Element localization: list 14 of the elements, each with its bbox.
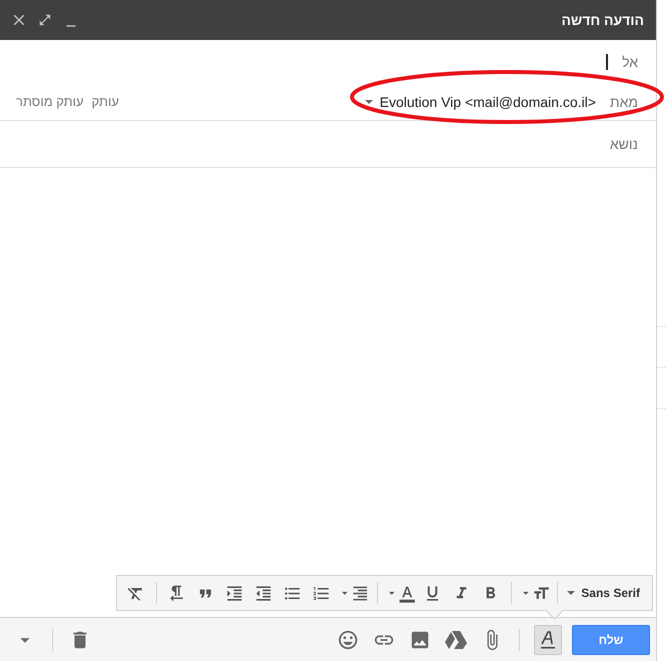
send-button[interactable]: שלח [572, 624, 650, 654]
to-label: אל [622, 54, 638, 70]
caret-icon [364, 100, 373, 104]
caret-icon [567, 591, 576, 595]
window-title: הודעה חדשה [561, 12, 644, 28]
recipient-link[interactable]: עותק מוסתר [16, 94, 84, 109]
formatting-icon [539, 630, 557, 650]
from-label: מאת [610, 94, 638, 110]
recipient-link[interactable]: עותק [92, 94, 119, 109]
subject-field[interactable]: נושא [16, 136, 638, 152]
text-cursor [606, 54, 608, 70]
font-dropdown[interactable]: Sans Serif [565, 586, 642, 600]
from-selector[interactable]: Evolution Vip <mail@domain.co.il> [362, 94, 596, 110]
formatting-toggle[interactable] [534, 624, 562, 654]
